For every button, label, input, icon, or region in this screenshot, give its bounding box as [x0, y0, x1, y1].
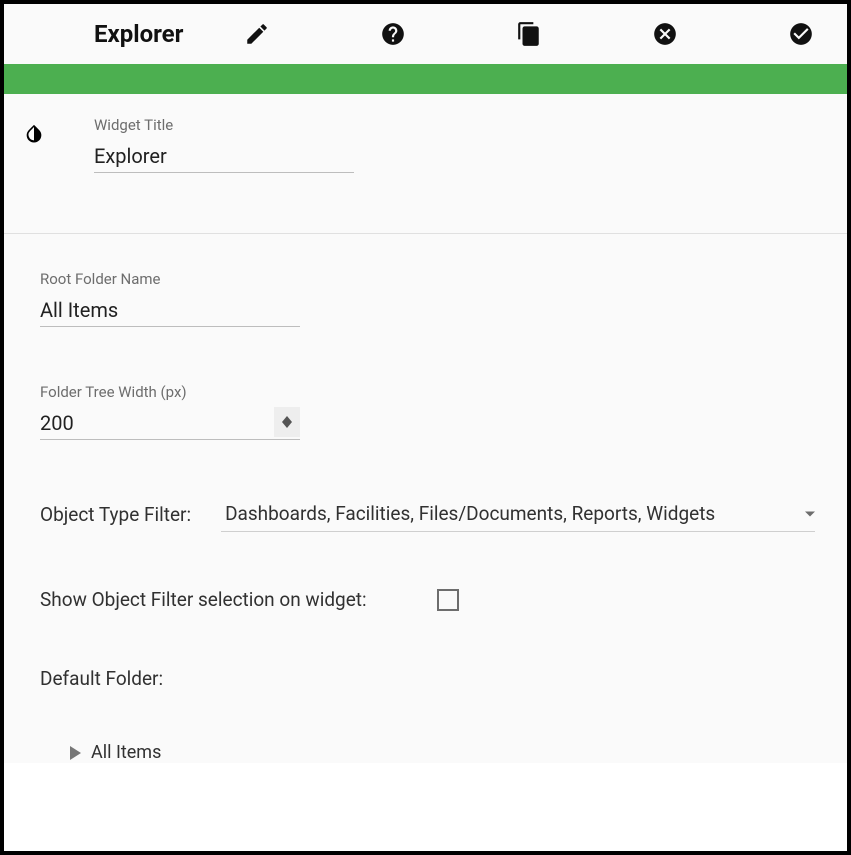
object-type-filter-select[interactable]: Dashboards, Facilities, Files/Documents,…: [221, 496, 815, 532]
chevron-down-icon: [805, 511, 815, 516]
object-type-filter-value: Dashboards, Facilities, Files/Documents,…: [225, 502, 715, 525]
help-icon[interactable]: [379, 20, 407, 48]
tree-expand-icon: [70, 746, 81, 760]
tree-width-label: Folder Tree Width (px): [40, 383, 815, 401]
root-folder-input[interactable]: [40, 294, 300, 327]
tree-root-item[interactable]: All Items: [70, 742, 815, 763]
tree-width-input[interactable]: [40, 407, 300, 440]
toolbar-icons: [243, 20, 815, 48]
widget-title-input[interactable]: [94, 140, 354, 173]
show-filter-row: Show Object Filter selection on widget:: [40, 588, 815, 611]
object-type-filter-label: Object Type Filter:: [40, 503, 191, 526]
widget-title-field: Widget Title: [94, 116, 354, 173]
number-spinner[interactable]: [274, 407, 300, 437]
object-type-filter-row: Object Type Filter: Dashboards, Faciliti…: [40, 496, 815, 532]
default-folder-label: Default Folder:: [40, 667, 815, 690]
main: Widget Title Root Folder Name Folder Tre…: [4, 94, 847, 763]
root-folder-field: Root Folder Name: [40, 270, 815, 327]
green-band: [4, 64, 847, 94]
copy-icon[interactable]: [515, 20, 543, 48]
confirm-icon[interactable]: [787, 20, 815, 48]
tree-width-field: Folder Tree Width (px): [40, 383, 815, 440]
cancel-icon[interactable]: [651, 20, 679, 48]
toolbar: Explorer: [4, 4, 847, 64]
root-folder-label: Root Folder Name: [40, 270, 815, 288]
widget-title-label: Widget Title: [94, 116, 354, 134]
toolbar-title: Explorer: [94, 20, 183, 48]
color-invert-icon[interactable]: [14, 116, 54, 144]
title-section: Widget Title: [4, 94, 847, 234]
show-filter-checkbox[interactable]: [437, 589, 459, 611]
tree-root-label: All Items: [91, 742, 161, 763]
edit-icon[interactable]: [243, 20, 271, 48]
content: Root Folder Name Folder Tree Width (px) …: [4, 234, 847, 763]
show-filter-label: Show Object Filter selection on widget:: [40, 588, 367, 611]
